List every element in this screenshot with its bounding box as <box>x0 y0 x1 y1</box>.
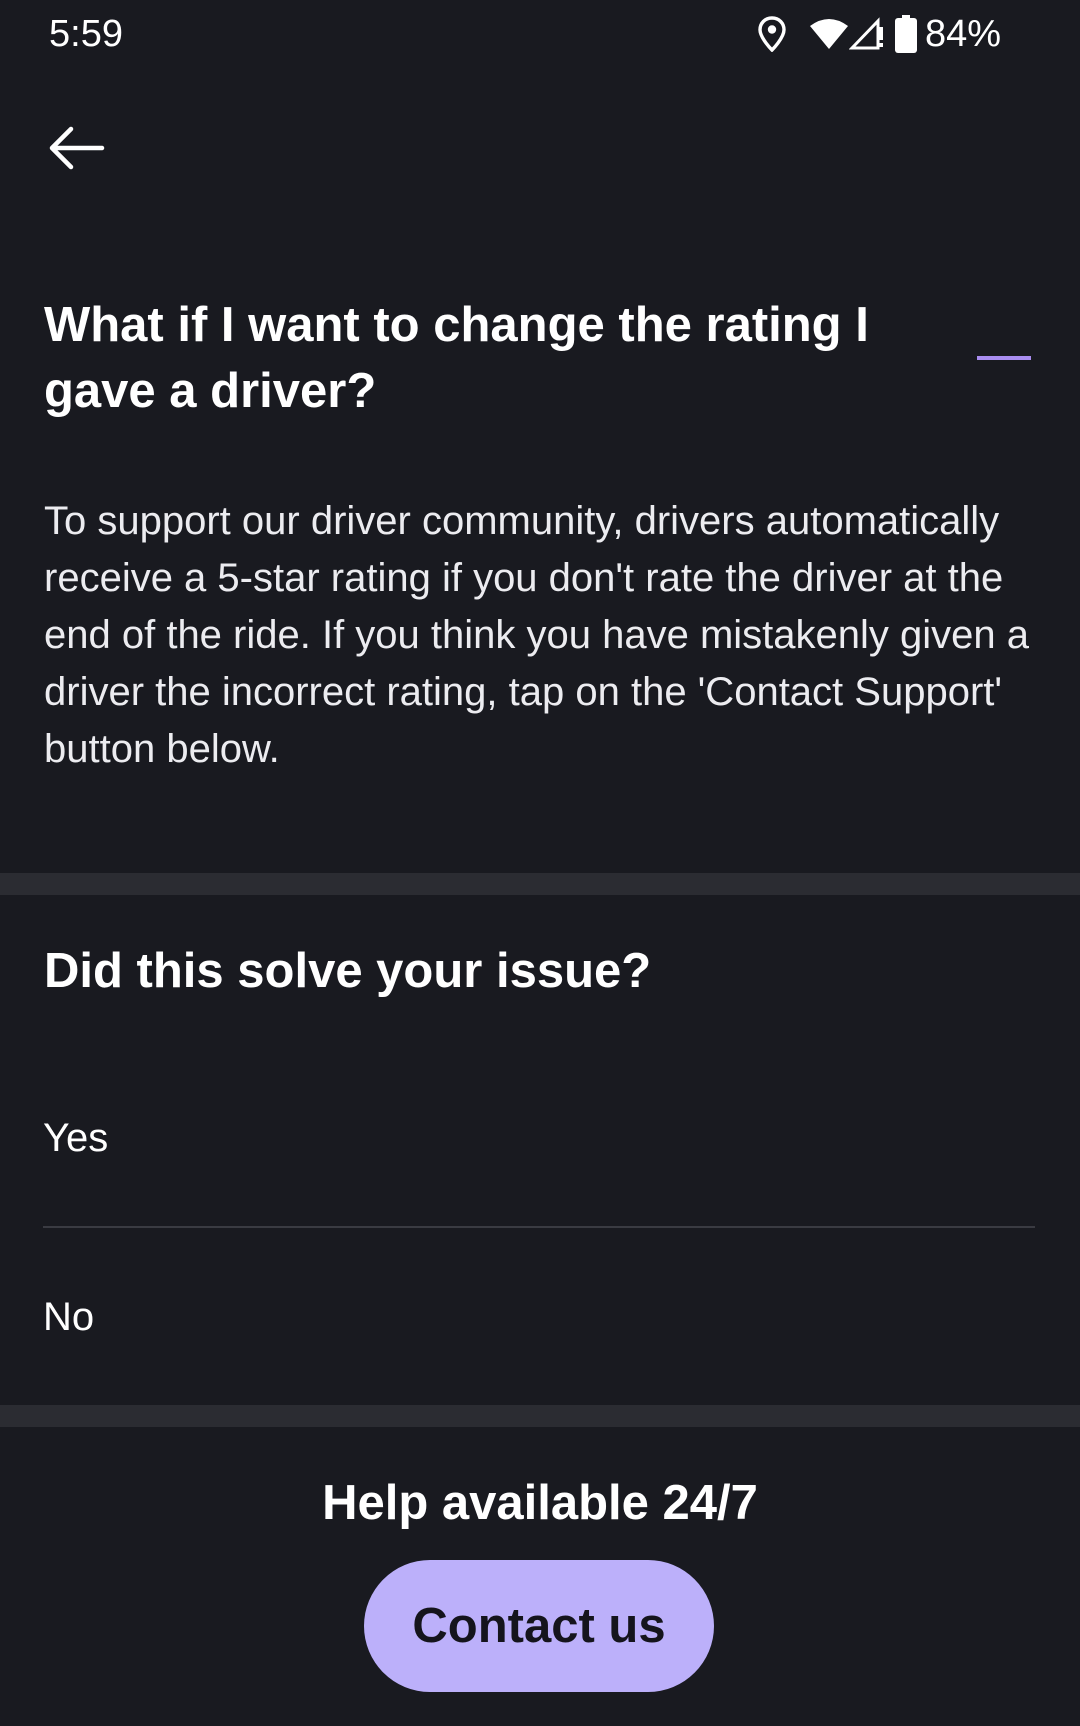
option-divider <box>43 1226 1035 1228</box>
feedback-no-option[interactable]: No <box>43 1258 1035 1376</box>
back-button[interactable] <box>36 112 116 188</box>
arrow-left-icon <box>47 126 105 175</box>
status-time: 5:59 <box>49 13 123 55</box>
battery-icon <box>894 15 917 53</box>
location-icon <box>757 16 787 52</box>
option-label: Yes <box>43 1115 109 1160</box>
contact-us-button[interactable]: Contact us <box>364 1560 714 1692</box>
status-icons: 84% <box>757 12 1001 56</box>
feedback-yes-option[interactable]: Yes <box>43 1079 1035 1197</box>
article-body: To support our driver community, drivers… <box>44 499 1030 771</box>
feedback-question: Did this solve your issue? <box>44 944 652 998</box>
accent-dash <box>977 356 1031 360</box>
section-divider <box>0 873 1080 895</box>
cell-signal-icon <box>848 17 885 51</box>
battery-percent: 84% <box>924 13 1001 55</box>
section-divider <box>0 1405 1080 1427</box>
article-title: What if I want to change the rating I ga… <box>44 298 869 418</box>
wifi-icon <box>809 18 849 50</box>
help-title: Help available 24/7 <box>322 1476 758 1530</box>
status-bar: 5:59 84% <box>0 0 1080 72</box>
option-label: No <box>43 1294 95 1339</box>
